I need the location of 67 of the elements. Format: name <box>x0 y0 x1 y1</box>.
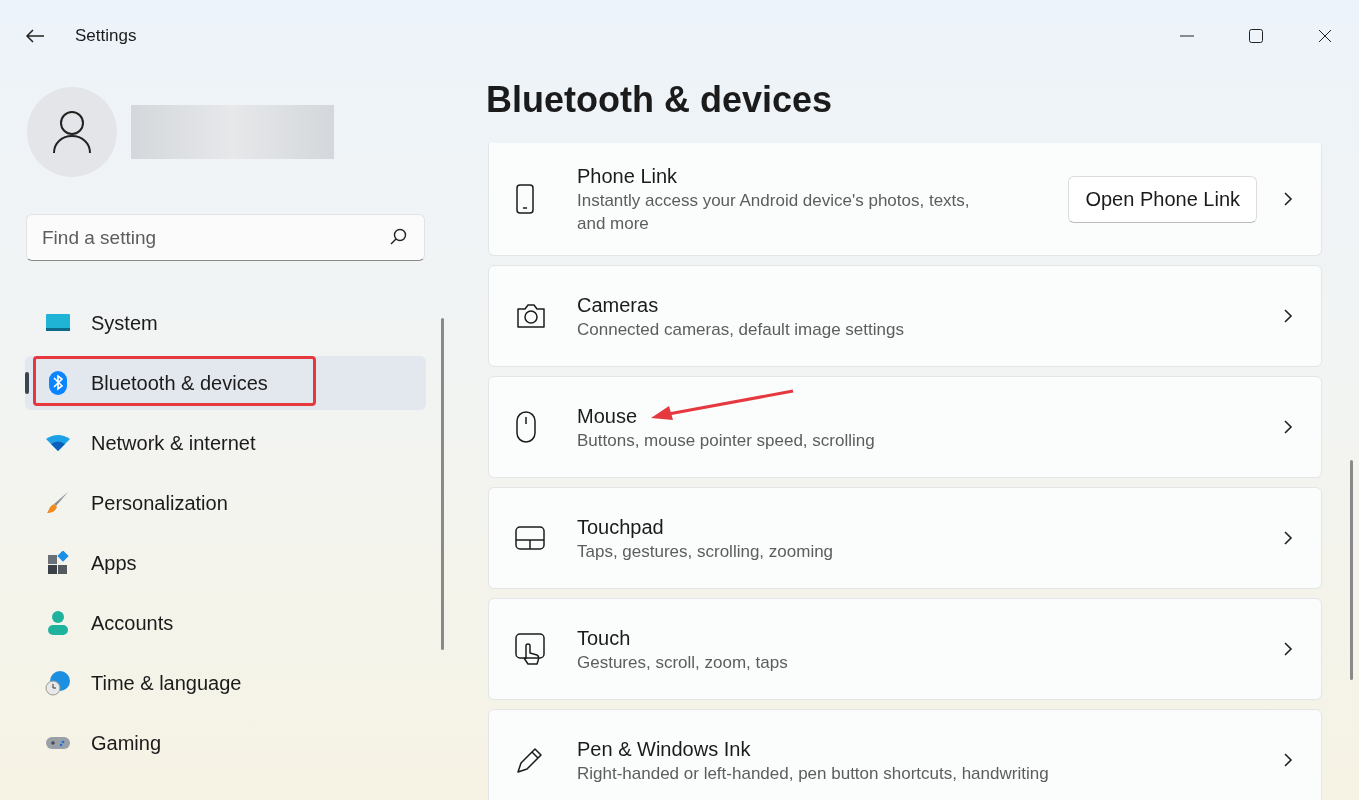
pen-icon <box>515 745 545 775</box>
chevron-right-icon <box>1283 191 1293 207</box>
row-subtitle: Buttons, mouse pointer speed, scrolling <box>577 429 875 452</box>
sidebar-item[interactable]: Personalization <box>25 476 426 530</box>
settings-row[interactable]: Cameras Connected cameras, default image settings <box>488 265 1322 367</box>
sidebar-item[interactable]: System <box>25 296 426 350</box>
sidebar-item-label: Time & language <box>91 671 242 696</box>
row-title: Phone Link <box>577 164 678 189</box>
row-subtitle: Instantly access your Android device's photos, texts, and more <box>577 190 971 235</box>
camera-icon <box>515 302 547 330</box>
sidebar-item-label: Network & internet <box>91 431 256 456</box>
touch-screen-icon <box>515 633 547 665</box>
sidebar-item[interactable]: Accounts <box>25 596 426 650</box>
globe-clock-icon <box>45 670 71 696</box>
sidebar-item-label: Accounts <box>91 611 174 636</box>
mouse-icon <box>515 411 537 443</box>
sidebar-item[interactable]: Apps <box>25 536 426 590</box>
selection-indicator <box>25 372 29 394</box>
chevron-right-icon <box>1283 641 1293 657</box>
chevron-right-icon <box>1283 752 1293 768</box>
maximize-icon <box>1248 29 1263 43</box>
row-subtitle: Gestures, scroll, zoom, taps <box>577 651 788 674</box>
sidebar-item-label: Bluetooth & devices <box>91 371 268 396</box>
monitor-icon <box>45 313 71 333</box>
chevron-right-icon <box>1283 419 1293 435</box>
row-subtitle: Right-handed or left-handed, pen button shortcuts, handwriting <box>577 762 1049 785</box>
search-field[interactable]: Find a setting <box>26 214 425 261</box>
person-icon <box>52 110 92 154</box>
scrollbar[interactable] <box>1350 460 1353 680</box>
settings-row[interactable]: Pen & Windows Ink Right-handed or left-handed, pen button shortcuts, handwriting <box>488 709 1322 800</box>
minimize-icon <box>1179 35 1194 37</box>
sidebar-item[interactable]: Time & language <box>25 656 426 710</box>
sidebar-item[interactable]: Bluetooth & devices <box>25 356 426 410</box>
person-icon <box>47 610 69 636</box>
sidebar-item-label: Personalization <box>91 491 228 516</box>
scrollbar[interactable] <box>441 318 444 650</box>
settings-row[interactable]: Phone Link Instantly access your Android device's photos, texts, and more Open Phone Link <box>488 143 1322 256</box>
back-arrow-icon <box>25 28 45 44</box>
paintbrush-icon <box>46 491 70 515</box>
sidebar-item-label: Gaming <box>91 731 162 756</box>
row-title: Pen & Windows Ink <box>577 736 751 762</box>
row-subtitle: Taps, gestures, scrolling, zooming <box>577 540 834 563</box>
bluetooth-icon <box>48 370 68 396</box>
window-title: Settings <box>75 25 137 48</box>
row-title: Touch <box>577 625 631 651</box>
settings-row[interactable]: Touch Gestures, scroll, zoom, taps <box>488 598 1322 700</box>
sidebar-item[interactable]: Network & internet <box>25 416 426 470</box>
sidebar-item[interactable]: Gaming <box>25 716 426 770</box>
sidebar-item-label: Apps <box>91 551 137 576</box>
phone-icon <box>515 184 535 214</box>
chevron-right-icon <box>1283 308 1293 324</box>
sidebar-item-label: System <box>91 311 158 336</box>
settings-row[interactable]: Mouse Buttons, mouse pointer speed, scrolling <box>488 376 1322 478</box>
settings-row[interactable]: Touchpad Taps, gestures, scrolling, zooming <box>488 487 1322 589</box>
close-icon <box>1317 29 1332 43</box>
row-subtitle: Connected cameras, default image settings <box>577 318 904 341</box>
row-title: Cameras <box>577 292 659 318</box>
search-icon <box>390 228 408 246</box>
row-title: Touchpad <box>577 514 664 540</box>
row-title: Mouse <box>577 403 638 429</box>
gamepad-icon <box>45 735 71 751</box>
open-phone-link-button[interactable]: Open Phone Link <box>1068 175 1257 223</box>
apps-icon <box>46 551 70 575</box>
wifi-icon <box>45 434 71 452</box>
chevron-right-icon <box>1283 530 1293 546</box>
page-title: Bluetooth & devices <box>486 78 834 122</box>
touchpad-icon <box>515 526 545 550</box>
